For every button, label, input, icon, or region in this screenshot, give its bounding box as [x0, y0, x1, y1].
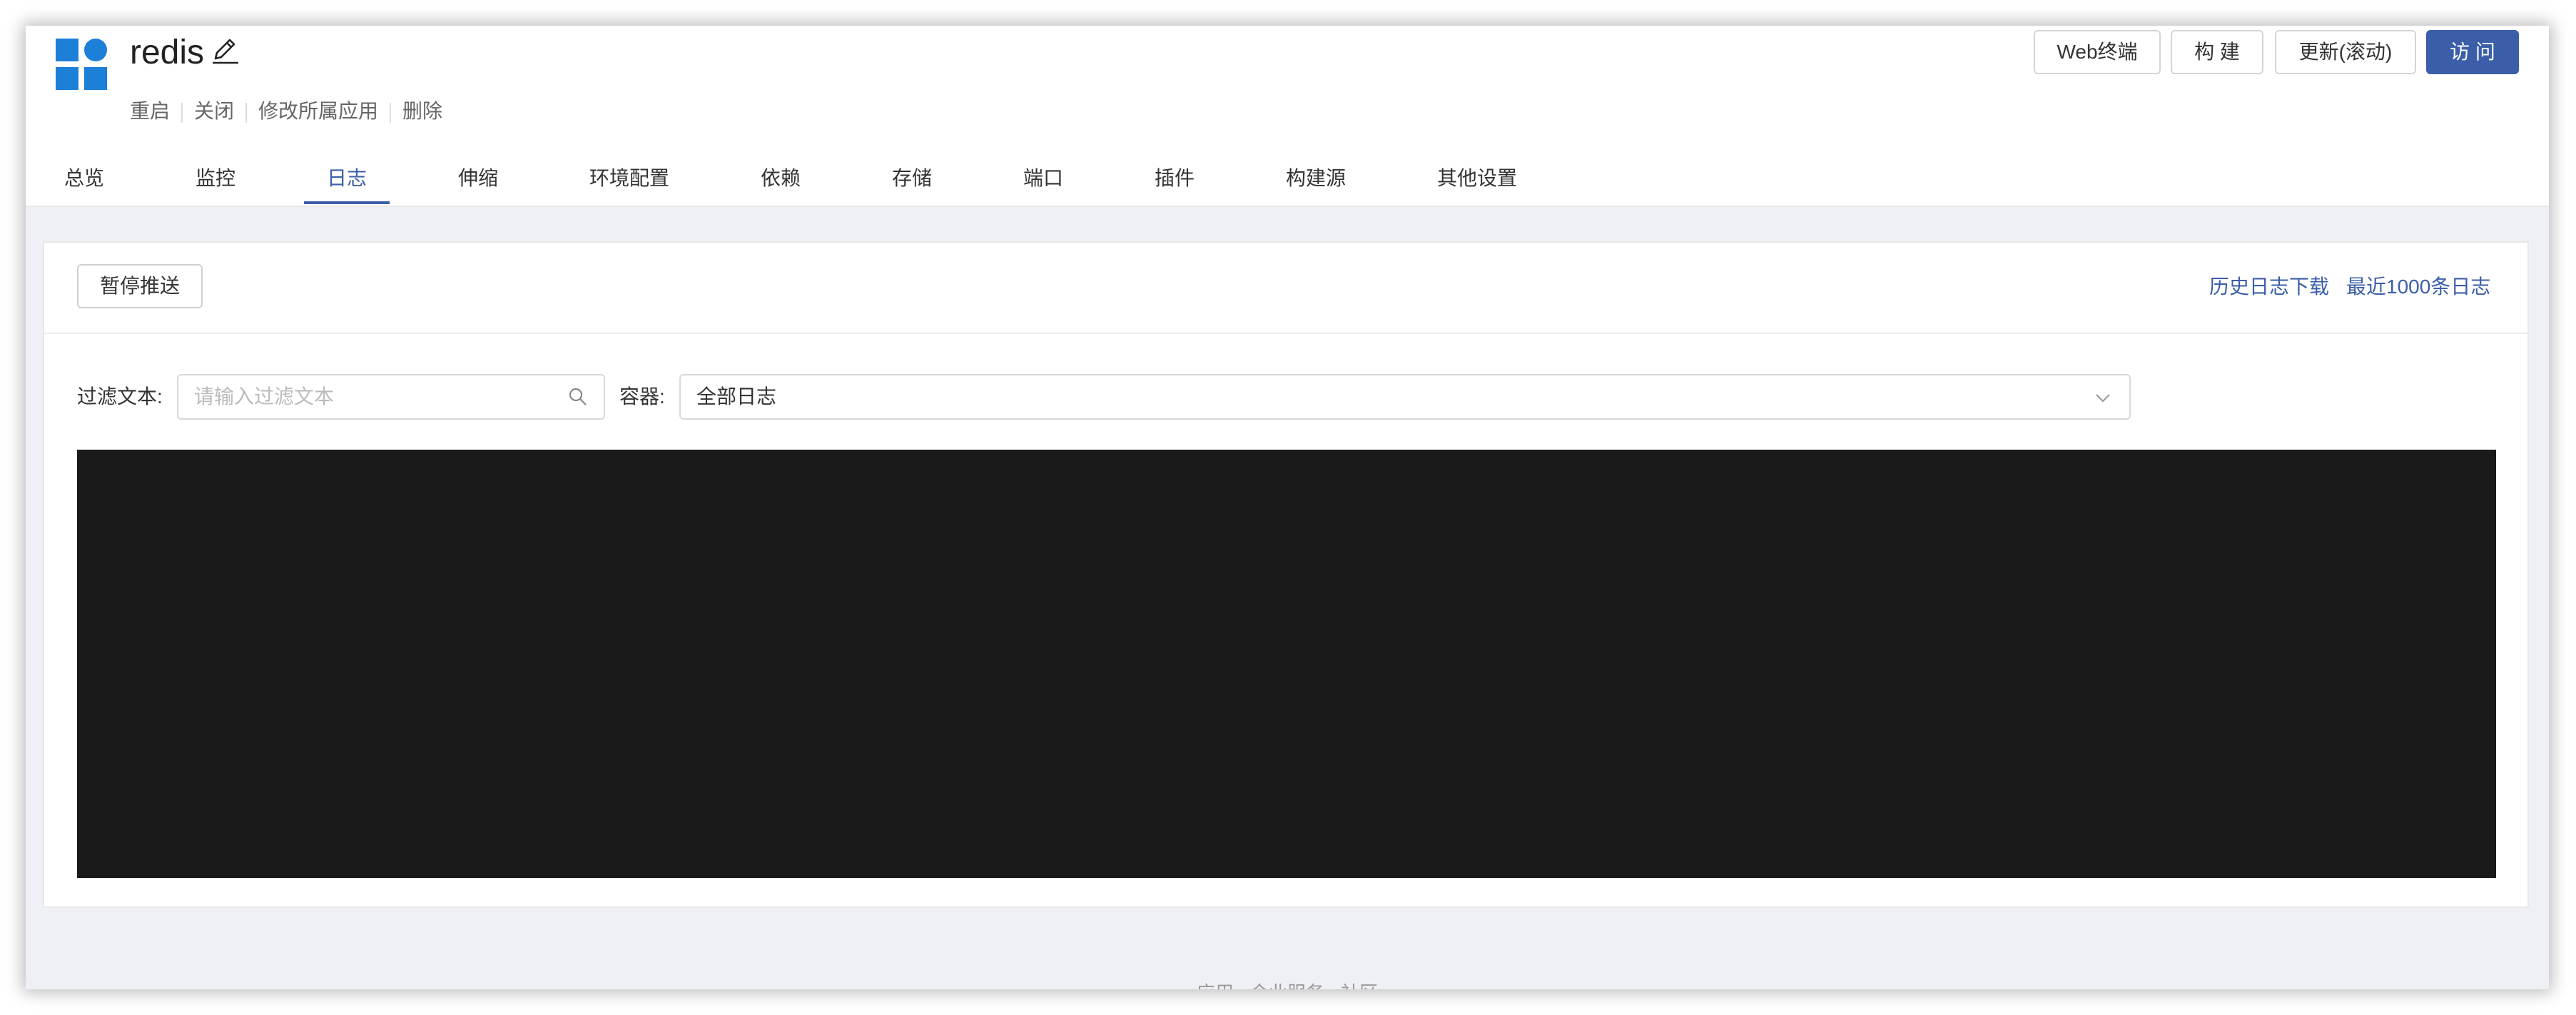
divider — [181, 102, 183, 123]
log-output[interactable] — [77, 450, 2496, 878]
pause-push-button[interactable]: 暂停推送 — [77, 264, 203, 308]
container-select-value: 全部日志 — [696, 385, 777, 408]
tab-storage[interactable]: 存储 — [892, 157, 932, 204]
filter-input[interactable] — [178, 375, 565, 418]
chevron-down-icon — [2096, 394, 2110, 403]
tab-overview[interactable]: 总览 — [64, 157, 104, 204]
divider — [245, 102, 248, 123]
close-link[interactable]: 关闭 — [194, 100, 234, 122]
tab-build-source[interactable]: 构建源 — [1286, 157, 1346, 204]
filter-text-label: 过滤文本: — [77, 385, 163, 408]
tab-other-settings[interactable]: 其他设置 — [1437, 157, 1517, 204]
tab-ports[interactable]: 端口 — [1023, 157, 1063, 204]
container-label: 容器: — [619, 385, 665, 408]
app-actions: 重启 关闭 修改所属应用 删除 — [130, 97, 442, 126]
log-toolbar: 暂停推送 历史日志下载 最近1000条日志 — [44, 243, 2527, 334]
active-tab-indicator — [304, 201, 390, 204]
container-select[interactable]: 全部日志 — [679, 374, 2131, 420]
history-log-download-link[interactable]: 历史日志下载 — [2209, 274, 2329, 300]
tab-plugins[interactable]: 插件 — [1155, 157, 1195, 204]
tab-scaling[interactable]: 伸缩 — [458, 157, 498, 204]
page-header: redis 重启 关闭 修改所属应用 删除 Web终端 构 建 更新(滚动) 访 问 … — [26, 26, 2549, 207]
divider — [390, 102, 392, 123]
tab-bar: 总览 监控 日志 伸缩 环境配置 依赖 存储 端口 插件 构建源 其他设置 — [26, 157, 2549, 207]
change-app-link[interactable]: 修改所属应用 — [258, 100, 378, 122]
tab-env-config[interactable]: 环境配置 — [589, 157, 669, 204]
filter-text-field — [177, 374, 605, 420]
update-rolling-button[interactable]: 更新(滚动) — [2275, 30, 2416, 74]
tab-monitor[interactable]: 监控 — [196, 157, 235, 204]
edit-icon[interactable] — [210, 34, 241, 66]
log-panel: 暂停推送 历史日志下载 最近1000条日志 过滤文本: 容器: 全部日志 — [43, 241, 2529, 908]
visit-button[interactable]: 访 问 — [2426, 30, 2519, 74]
restart-link[interactable]: 重启 — [130, 100, 170, 122]
app-title: redis — [130, 34, 205, 71]
delete-link[interactable]: 删除 — [402, 100, 442, 122]
tab-logs[interactable]: 日志 — [327, 157, 367, 204]
build-button[interactable]: 构 建 — [2171, 30, 2263, 74]
footer-links: 应用 · 企业服务 · 社区 — [26, 982, 2549, 989]
app-logo-icon — [56, 39, 107, 90]
tab-dependencies[interactable]: 依赖 — [761, 157, 801, 204]
search-icon[interactable] — [568, 387, 588, 407]
web-terminal-button[interactable]: Web终端 — [2034, 30, 2161, 74]
recent-logs-link[interactable]: 最近1000条日志 — [2346, 274, 2490, 300]
app-window: redis 重启 关闭 修改所属应用 删除 Web终端 构 建 更新(滚动) 访 问 … — [26, 26, 2549, 989]
